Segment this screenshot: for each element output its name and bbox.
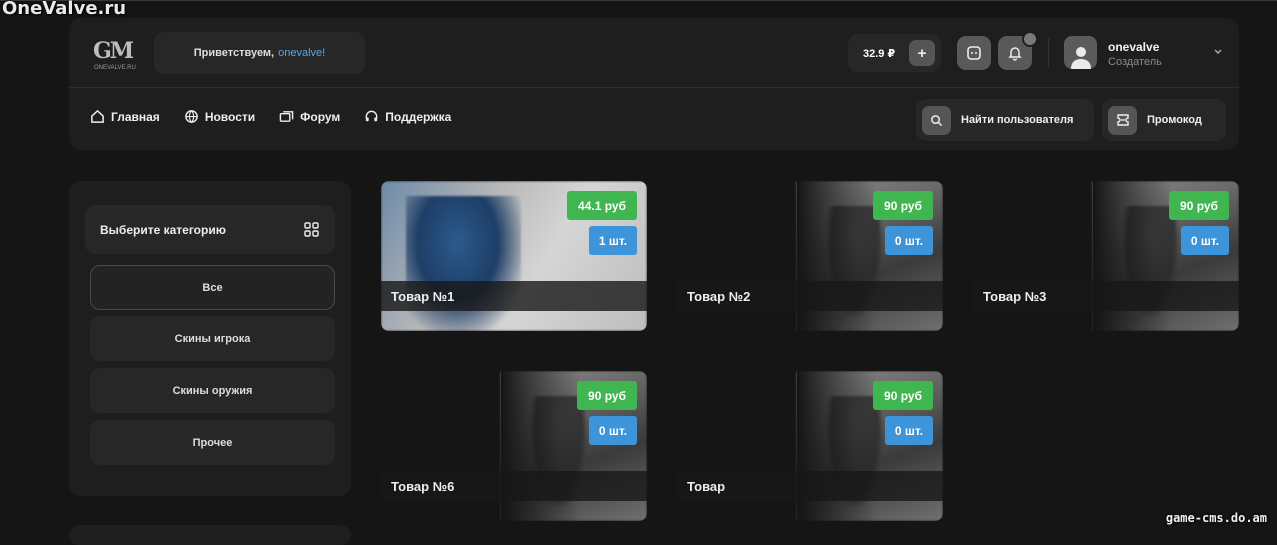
main-nav: Главная Новости Форум Поддержка bbox=[90, 109, 451, 124]
promo-label: Промокод bbox=[1147, 114, 1202, 126]
balance-widget: 32.9 ₽ + bbox=[848, 34, 941, 72]
avatar[interactable] bbox=[1064, 36, 1097, 69]
product-card[interactable]: 44.1 руб 1 шт. Товар №1 bbox=[381, 181, 647, 331]
product-stock: 0 шт. bbox=[589, 416, 637, 445]
product-stock: 0 шт. bbox=[885, 226, 933, 255]
product-price: 90 руб bbox=[873, 191, 933, 220]
search-icon bbox=[922, 106, 951, 135]
product-card[interactable]: 90 руб 0 шт. Товар №6 bbox=[381, 371, 647, 521]
site-header: GM ONEVALVE.RU Приветствуем, onevalve! 3… bbox=[69, 18, 1239, 150]
add-funds-button[interactable]: + bbox=[909, 40, 935, 66]
nav-forum[interactable]: Форум bbox=[279, 109, 340, 124]
product-title: Товар №6 bbox=[381, 471, 647, 501]
top-border-line bbox=[0, 0, 1277, 1]
product-price: 90 руб bbox=[577, 381, 637, 410]
find-user-label: Найти пользователя bbox=[961, 114, 1073, 126]
messages-button[interactable] bbox=[957, 36, 991, 70]
watermark-bottom: game-cms.do.am bbox=[1166, 511, 1267, 525]
greeting-username[interactable]: onevalve! bbox=[278, 47, 325, 59]
notification-dot bbox=[1022, 31, 1038, 47]
find-user-button[interactable]: Найти пользователя bbox=[916, 99, 1094, 141]
product-stock: 0 шт. bbox=[885, 416, 933, 445]
greeting-prefix: Приветствуем, bbox=[194, 47, 274, 59]
category-heading: Выберите категорию bbox=[85, 205, 335, 254]
header-separator bbox=[1048, 38, 1049, 68]
grid-icon bbox=[304, 222, 319, 237]
balance-amount: 32.9 ₽ bbox=[863, 47, 895, 60]
nav-forum-label: Форум bbox=[300, 110, 340, 124]
forum-icon bbox=[279, 109, 294, 124]
promo-button[interactable]: Промокод bbox=[1102, 99, 1226, 141]
product-title: Товар №1 bbox=[381, 281, 647, 311]
product-card[interactable]: 90 руб 0 шт. Товар bbox=[677, 371, 943, 521]
product-title: Товар №2 bbox=[677, 281, 943, 311]
product-price: 44.1 руб bbox=[567, 191, 637, 220]
globe-icon bbox=[184, 109, 199, 124]
header-divider bbox=[69, 87, 1239, 88]
greeting-banner: Приветствуем, onevalve! bbox=[154, 32, 365, 74]
category-weapon-skins[interactable]: Скины оружия bbox=[90, 368, 335, 413]
product-stock: 0 шт. bbox=[1181, 226, 1229, 255]
category-heading-label: Выберите категорию bbox=[100, 223, 226, 237]
category-sidebar: Выберите категорию Все Скины игрока Скин… bbox=[69, 181, 351, 496]
ticket-icon bbox=[1108, 106, 1137, 135]
user-name[interactable]: onevalve bbox=[1108, 40, 1159, 54]
logo-subtext: ONEVALVE.RU bbox=[94, 65, 136, 71]
nav-support[interactable]: Поддержка bbox=[364, 109, 451, 124]
product-title: Товар bbox=[677, 471, 943, 501]
nav-news[interactable]: Новости bbox=[184, 109, 255, 124]
chevron-down-icon[interactable] bbox=[1213, 48, 1223, 56]
nav-home[interactable]: Главная bbox=[90, 109, 160, 124]
watermark-top: OneValve.ru bbox=[2, 0, 126, 19]
user-role: Создатель bbox=[1108, 56, 1162, 68]
chat-icon bbox=[966, 45, 982, 61]
product-price: 90 руб bbox=[1169, 191, 1229, 220]
category-other[interactable]: Прочее bbox=[90, 420, 335, 465]
category-all[interactable]: Все bbox=[90, 265, 335, 310]
product-stock: 1 шт. bbox=[589, 226, 637, 255]
product-card[interactable]: 90 руб 0 шт. Товар №3 bbox=[973, 181, 1239, 331]
home-icon bbox=[90, 109, 105, 124]
headset-icon bbox=[364, 109, 379, 124]
category-player-skins[interactable]: Скины игрока bbox=[90, 316, 335, 361]
product-card[interactable]: 90 руб 0 шт. Товар №2 bbox=[677, 181, 943, 331]
nav-support-label: Поддержка bbox=[385, 110, 451, 124]
nav-home-label: Главная bbox=[111, 110, 160, 124]
nav-news-label: Новости bbox=[205, 110, 255, 124]
logo-mark: GM bbox=[93, 38, 132, 64]
user-silhouette-icon bbox=[1070, 43, 1092, 69]
bell-icon bbox=[1007, 45, 1023, 61]
site-logo[interactable]: GM ONEVALVE.RU bbox=[91, 36, 133, 74]
product-price: 90 руб bbox=[873, 381, 933, 410]
sidebar-panel-secondary bbox=[69, 525, 351, 545]
product-title: Товар №3 bbox=[973, 281, 1239, 311]
